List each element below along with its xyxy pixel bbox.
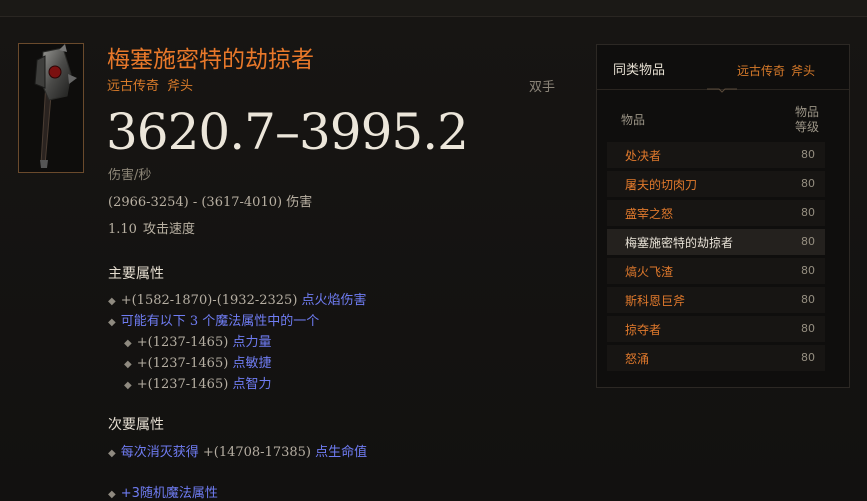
attr-option-label: 点智力	[232, 377, 272, 392]
list-item-level: 80	[801, 235, 815, 248]
attr-fire-value: +(1582-1870)-(1932-2325)	[120, 293, 298, 308]
column-header-level-line2: 等级	[794, 120, 819, 134]
attr-random-label: +3随机魔法属性	[120, 486, 218, 501]
list-item[interactable]: 熇火飞渣 80	[607, 258, 825, 284]
attr-option-value: +(1237-1465)	[136, 335, 229, 350]
attr-life-value: +(14708-17385)	[202, 445, 311, 460]
item-name: 梅塞施密特的劫掠者	[107, 47, 314, 73]
list-item[interactable]: 怒涌 80	[607, 345, 825, 371]
list-item[interactable]: 盛宰之怒 80	[607, 200, 825, 226]
axe-icon	[34, 44, 77, 168]
attr-option-strength: ◆ +(1237-1465) 点力量	[124, 331, 271, 350]
item-handed: 双手	[529, 80, 556, 95]
panel-item-type: 斧头	[790, 64, 815, 78]
list-item-name: 掠夺者	[625, 323, 662, 337]
list-item-name: 梅塞施密特的劫掠者	[625, 236, 734, 250]
list-item-level: 80	[801, 293, 815, 306]
damage-line: (2966-3254) - (3617-4010) 伤害	[108, 191, 312, 210]
panel-rarity: 远古传奇	[736, 64, 785, 78]
list-item[interactable]: 斯科恩巨斧 80	[607, 287, 825, 313]
ornament-icon	[707, 88, 737, 93]
attr-fire-damage: ◆ +(1582-1870)-(1932-2325) 点火焰伤害	[108, 289, 367, 308]
column-header-level-line1: 物品	[794, 105, 819, 119]
item-type: 斧头	[167, 79, 194, 94]
top-bar	[0, 0, 867, 17]
similar-items-panel: 同类物品 远古传奇 斧头 物品 物品 等级 处决者 80 屠夫的切肉刀 80 盛宰…	[596, 44, 850, 388]
bullet-icon: ◆	[124, 359, 132, 370]
list-item-level: 80	[801, 206, 815, 219]
column-header-item: 物品	[621, 113, 646, 127]
attr-option-value: +(1237-1465)	[136, 377, 229, 392]
attr-choose-one: ◆ 可能有以下 3 个魔法属性中的一个	[108, 310, 319, 329]
item-rarity: 远古传奇	[107, 79, 160, 94]
attack-speed-line: 1.10 攻击速度	[108, 218, 195, 237]
list-item[interactable]: 屠夫的切肉刀 80	[607, 171, 825, 197]
panel-header: 同类物品 远古传奇 斧头	[597, 45, 849, 93]
panel-type: 远古传奇 斧头	[737, 62, 815, 79]
dps-value: 3620.7–3995.2	[106, 103, 469, 161]
list-item-name: 盛宰之怒	[625, 207, 674, 221]
bullet-icon: ◆	[124, 338, 132, 349]
list-item-name: 怒涌	[625, 352, 650, 366]
attr-life-prefix: 每次消灭获得	[120, 445, 199, 460]
attr-choose-prefix: 可能有以下	[120, 314, 186, 329]
bullet-icon: ◆	[108, 489, 116, 500]
dps-label: 伤害/秒	[108, 168, 152, 183]
attr-random-magic: ◆ +3随机魔法属性	[108, 482, 218, 501]
attr-choose-count: 3	[189, 314, 199, 329]
list-item-level: 80	[801, 264, 815, 277]
primary-heading: 主要属性	[108, 266, 164, 282]
list-item-name: 熇火飞渣	[625, 265, 674, 279]
list-item[interactable]: 掠夺者 80	[607, 316, 825, 342]
list-item-level: 80	[801, 148, 815, 161]
attr-option-dexterity: ◆ +(1237-1465) 点敏捷	[124, 352, 271, 371]
list-item-name: 处决者	[625, 149, 662, 163]
attack-speed-value: 1.10	[108, 222, 137, 237]
item-icon-axe	[18, 43, 84, 173]
bullet-icon: ◆	[108, 296, 116, 307]
damage-label: 伤害	[286, 195, 313, 210]
attr-life-per-kill: ◆ 每次消灭获得 +(14708-17385) 点生命值	[108, 441, 367, 460]
panel-title: 同类物品	[613, 63, 666, 78]
bullet-icon: ◆	[108, 448, 116, 459]
list-item-level: 80	[801, 322, 815, 335]
attr-choose-suffix: 个魔法属性中的一个	[202, 314, 320, 329]
attr-fire-label: 点火焰伤害	[301, 293, 367, 308]
attr-option-value: +(1237-1465)	[136, 356, 229, 371]
damage-range: (2966-3254) - (3617-4010)	[108, 195, 283, 210]
list-item-level: 80	[801, 351, 815, 364]
bullet-icon: ◆	[124, 380, 132, 391]
list-item-name: 屠夫的切肉刀	[625, 178, 698, 192]
item-subtitle: 远古传奇 斧头	[107, 75, 193, 94]
list-item-level: 80	[801, 177, 815, 190]
list-item[interactable]: 处决者 80	[607, 142, 825, 168]
bullet-icon: ◆	[108, 317, 116, 328]
list-item-current[interactable]: 梅塞施密特的劫掠者 80	[607, 229, 825, 255]
list-item-name: 斯科恩巨斧	[625, 294, 686, 308]
attr-life-label: 点生命值	[315, 445, 368, 460]
column-header-level: 物品 等级	[787, 105, 827, 135]
attr-option-label: 点敏捷	[232, 356, 272, 371]
attack-speed-label: 攻击速度	[142, 222, 195, 237]
secondary-heading: 次要属性	[108, 417, 164, 433]
attr-option-label: 点力量	[232, 335, 272, 350]
attr-option-intelligence: ◆ +(1237-1465) 点智力	[124, 373, 271, 392]
